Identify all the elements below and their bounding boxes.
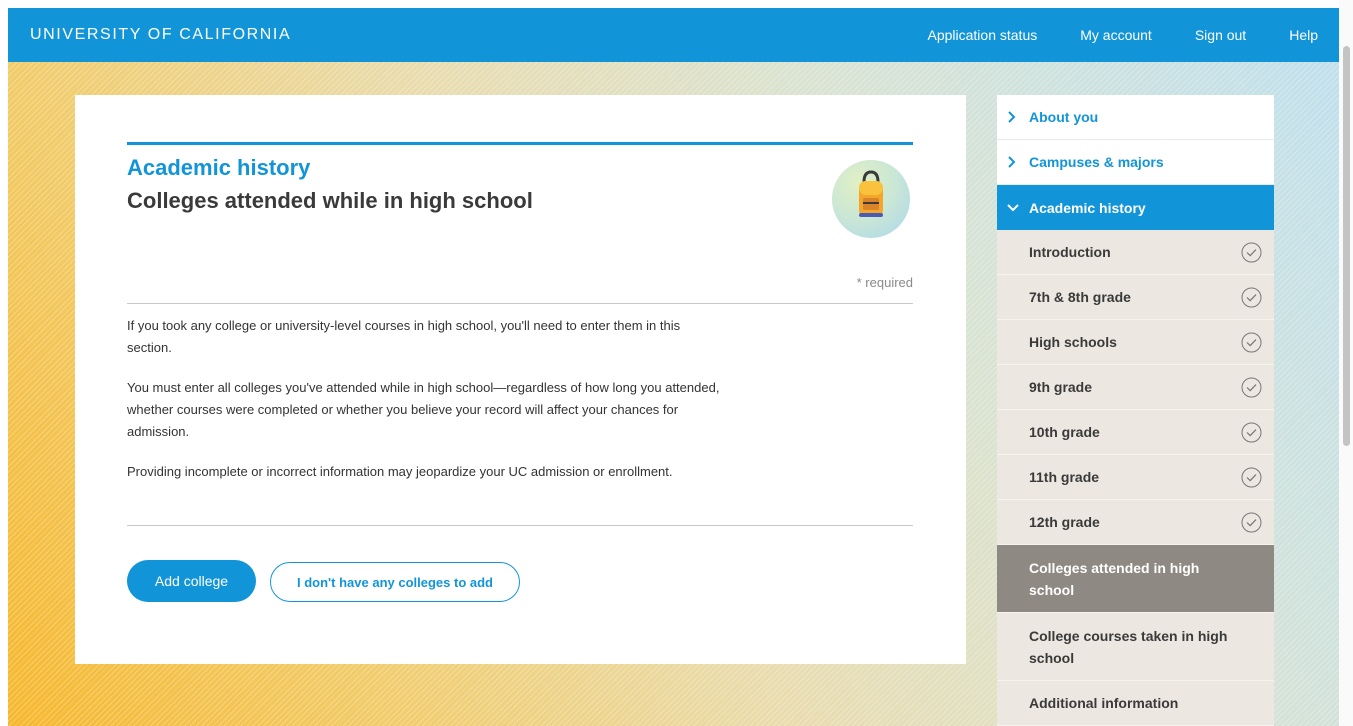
- nav-application-status[interactable]: Application status: [928, 27, 1038, 43]
- chevron-down-icon: [1007, 203, 1029, 213]
- sidebar-subitem-label: 11th grade: [1029, 469, 1100, 485]
- section-title: Academic history: [127, 155, 311, 180]
- sidebar-subitem-9th-grade[interactable]: 9th grade: [997, 365, 1274, 410]
- sidebar-item-label: About you: [1029, 109, 1099, 125]
- sidebar-subitem-introduction[interactable]: Introduction: [997, 230, 1274, 275]
- sidebar-subitem-college-courses[interactable]: College courses taken in high school: [997, 613, 1274, 681]
- top-bar: UNIVERSITY OF CALIFORNIA Application sta…: [8, 8, 1339, 62]
- nav-help[interactable]: Help: [1289, 27, 1318, 43]
- page-title: Colleges attended while in high school: [127, 188, 533, 213]
- instructions: If you took any college or university-le…: [127, 315, 727, 501]
- instruction-paragraph: You must enter all colleges you've atten…: [127, 380, 720, 439]
- sidebar-subitem-label: High schools: [1029, 334, 1117, 350]
- sidebar-item-campuses-majors[interactable]: Campuses & majors: [997, 140, 1274, 185]
- checkmark-circle-icon: [1241, 242, 1262, 262]
- sidebar-subitem-label: 9th grade: [1029, 379, 1093, 395]
- sidebar-subitem-11th-grade[interactable]: 11th grade: [997, 455, 1274, 500]
- checkmark-circle-icon: [1241, 512, 1262, 532]
- brand-logo[interactable]: UNIVERSITY OF CALIFORNIA: [30, 26, 291, 44]
- sidebar-subitem-additional-information[interactable]: Additional information: [997, 681, 1274, 726]
- sidebar-subitem-7th-8th-grade[interactable]: 7th & 8th grade: [997, 275, 1274, 320]
- nav-my-account[interactable]: My account: [1080, 27, 1152, 43]
- checkmark-circle-icon: [1241, 377, 1262, 397]
- chevron-right-icon: [1007, 156, 1029, 168]
- chevron-right-icon: [1007, 111, 1029, 123]
- scrollbar-thumb[interactable]: [1343, 46, 1350, 446]
- card-top-rule: [127, 142, 913, 145]
- main-card: Academic history Colleges attended while…: [75, 95, 966, 664]
- divider-bottom: [127, 525, 913, 526]
- backpack-icon: [832, 160, 910, 238]
- checkmark-circle-icon: [1241, 467, 1262, 487]
- sidebar-subitem-label: 12th grade: [1029, 514, 1100, 530]
- sidebar-subitem-high-schools[interactable]: High schools: [997, 320, 1274, 365]
- add-college-button[interactable]: Add college: [127, 560, 256, 602]
- checkmark-circle-icon: [1241, 332, 1262, 352]
- sidebar-subitem-label: Introduction: [1029, 244, 1111, 260]
- sidebar-item-label: Academic history: [1029, 199, 1146, 216]
- divider-top: [127, 303, 913, 304]
- sidebar-subitem-label: Additional information: [1029, 695, 1179, 711]
- sidebar-subitem-label: College courses taken in high school: [1029, 627, 1228, 666]
- required-note: * required: [856, 275, 913, 290]
- top-nav: Application status My account Sign out H…: [928, 27, 1319, 43]
- nav-sign-out[interactable]: Sign out: [1195, 27, 1246, 43]
- instruction-paragraph: Providing incomplete or incorrect inform…: [127, 464, 673, 479]
- instruction-paragraph: If you took any college or university-le…: [127, 318, 681, 355]
- sidebar-subitem-12th-grade[interactable]: 12th grade: [997, 500, 1274, 545]
- sidebar-item-academic-history[interactable]: Academic history: [997, 185, 1274, 230]
- sidebar-item-about-you[interactable]: About you: [997, 95, 1274, 140]
- checkmark-circle-icon: [1241, 287, 1262, 307]
- sidebar-subitem-label: 10th grade: [1029, 424, 1100, 440]
- sidebar-item-label: Campuses & majors: [1029, 154, 1164, 170]
- sidebar-subitem-label: Colleges attended in high school: [1029, 559, 1200, 598]
- sidebar-subitem-10th-grade[interactable]: 10th grade: [997, 410, 1274, 455]
- sidebar-subitem-label: 7th & 8th grade: [1029, 289, 1131, 305]
- checkmark-circle-icon: [1241, 422, 1262, 442]
- sidebar-subitem-colleges-attended[interactable]: Colleges attended in high school: [997, 545, 1274, 613]
- sidebar-nav: About you Campuses & majors Academic his…: [997, 95, 1274, 726]
- no-colleges-button[interactable]: I don't have any colleges to add: [270, 562, 520, 602]
